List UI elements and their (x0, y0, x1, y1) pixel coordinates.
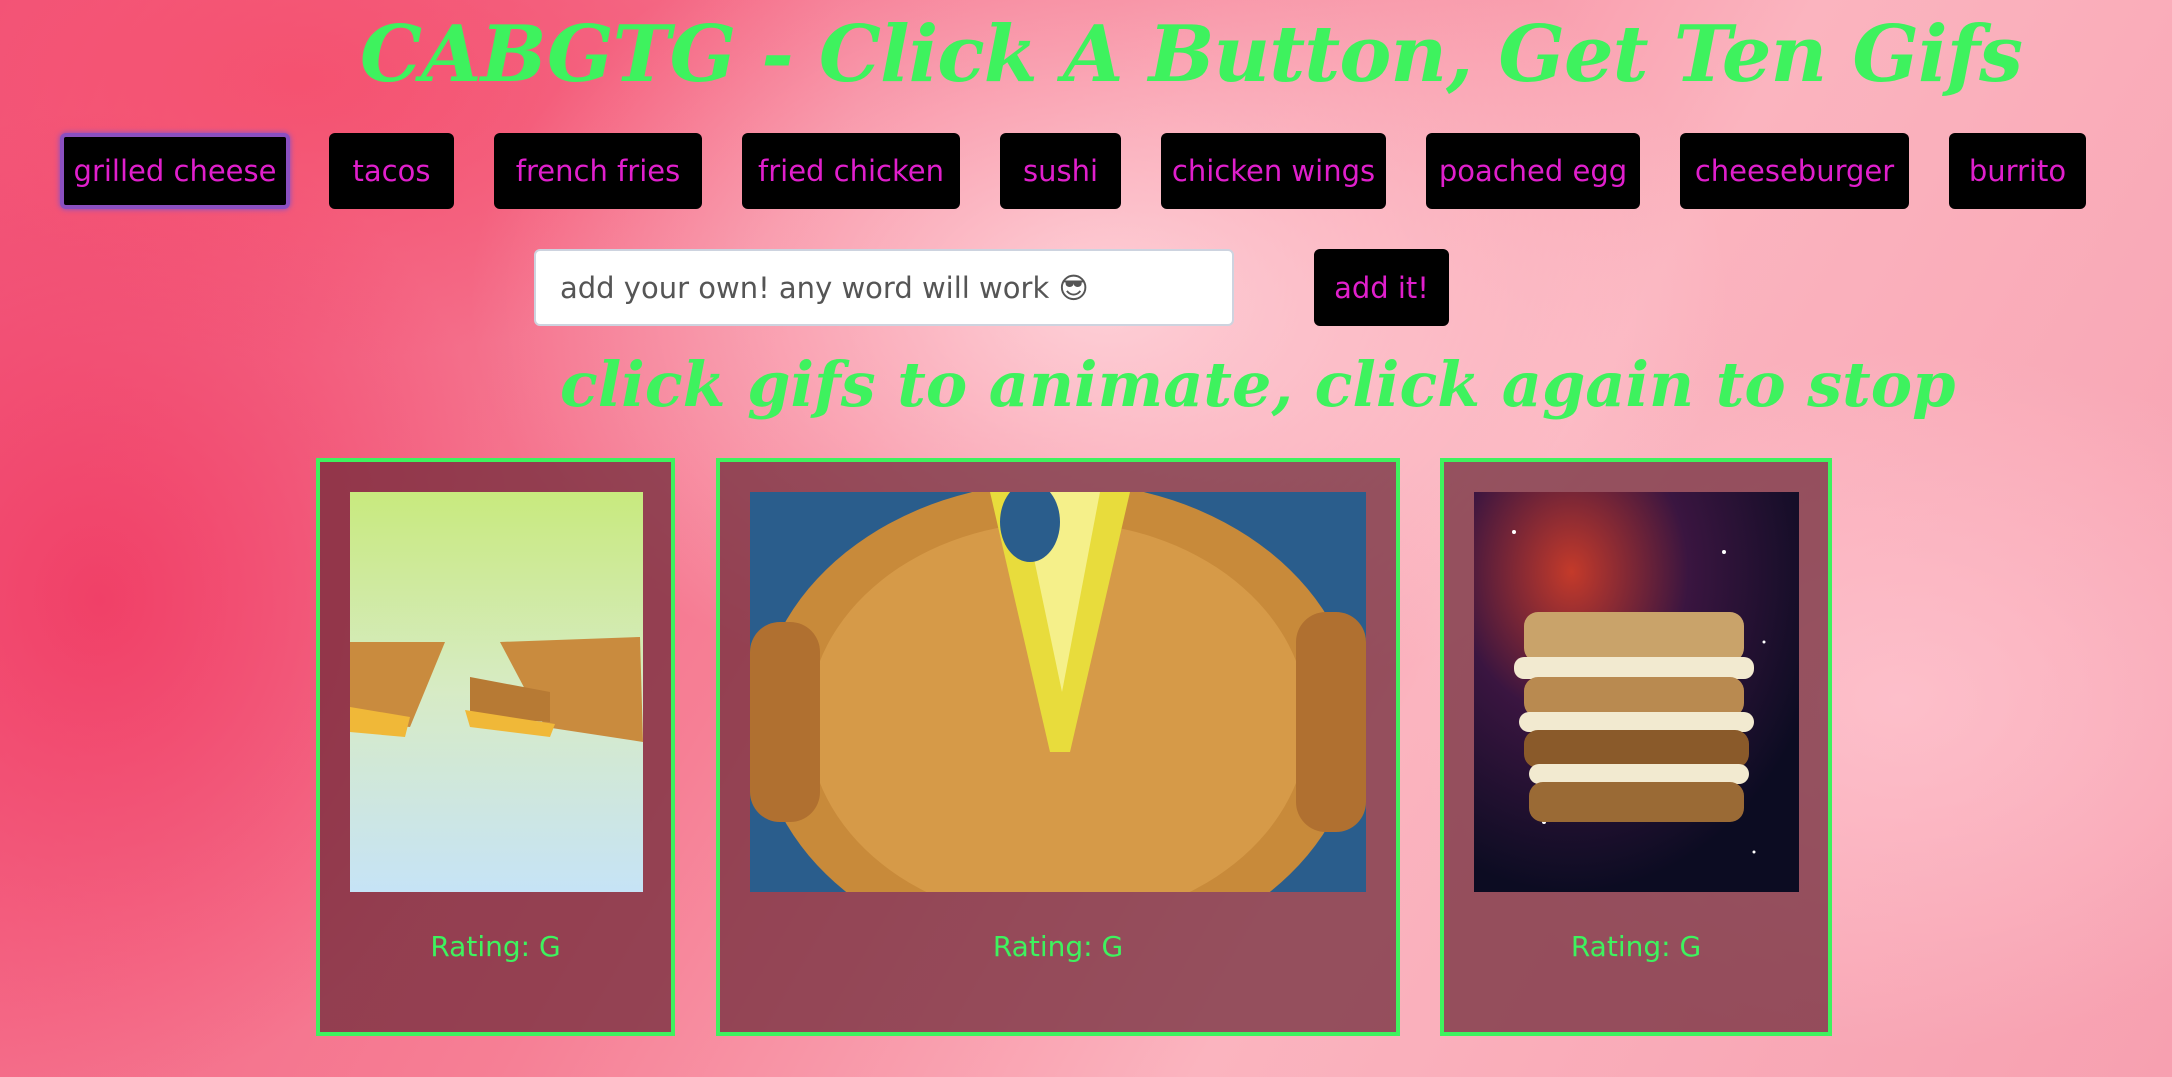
gif-rating: Rating: G (430, 930, 561, 963)
topic-button-cheeseburger[interactable]: cheeseburger (1680, 133, 1909, 209)
gif-card[interactable]: Rating: G (316, 458, 675, 1036)
topic-button-tacos[interactable]: tacos (329, 133, 454, 209)
gif-image[interactable] (750, 492, 1366, 892)
add-it-button[interactable]: add it! (1314, 249, 1449, 326)
gif-image[interactable] (1474, 492, 1799, 892)
gif-image[interactable] (350, 492, 643, 892)
topic-button-burrito[interactable]: burrito (1949, 133, 2086, 209)
topic-button-chicken-wings[interactable]: chicken wings (1161, 133, 1386, 209)
gif-rating: Rating: G (1570, 930, 1702, 963)
add-topic-input[interactable] (534, 249, 1234, 326)
topic-button-sushi[interactable]: sushi (1000, 133, 1121, 209)
topic-button-french-fries[interactable]: french fries (494, 133, 702, 209)
topic-button-fried-chicken[interactable]: fried chicken (742, 133, 960, 209)
gif-card[interactable]: Rating: G (1440, 458, 1832, 1036)
instructions-heading: click gifs to animate, click again to st… (560, 348, 1956, 421)
topic-button-grilled-cheese[interactable]: grilled cheese (60, 133, 290, 209)
gif-card[interactable]: Rating: G (716, 458, 1400, 1036)
page-title: CABGTG - Click A Button, Get Ten Gifs (360, 9, 2023, 100)
topic-button-poached-egg[interactable]: poached egg (1426, 133, 1640, 209)
gif-rating: Rating: G (992, 930, 1124, 963)
